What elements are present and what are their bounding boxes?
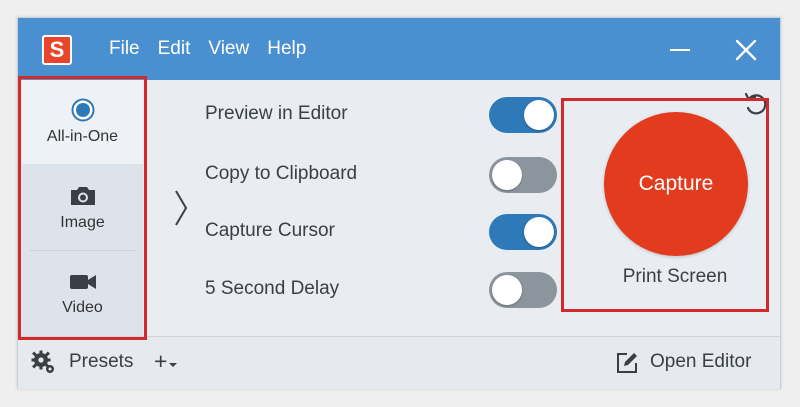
sidebar-item-image[interactable]: Image [22,166,143,250]
close-icon[interactable] [734,38,758,62]
title-bar: S File Edit View Help [18,18,780,80]
snagit-logo: S [42,35,72,65]
edit-icon[interactable] [615,351,639,375]
option-capture-cursor-label: Capture Cursor [205,220,335,241]
caret-down-icon [169,363,178,367]
menu-edit[interactable]: Edit [158,38,191,60]
sidebar-item-label: Video [62,299,103,316]
sidebar-item-label: All-in-One [46,128,119,145]
toggle-knob [492,160,522,190]
menu-bar: File Edit View Help [109,38,306,60]
toggle-copy-to-clipboard[interactable] [489,157,557,193]
toggle-knob [492,275,522,305]
radio-selected-icon [71,98,94,122]
chevron-right-icon[interactable] [173,188,189,228]
sidebar-item-label: Image [60,214,105,231]
camera-icon [70,187,95,205]
gear-icon[interactable] [30,349,56,375]
toggle-capture-cursor[interactable] [489,214,557,250]
add-preset-label: + [154,348,168,374]
option-copy-to-clipboard-label: Copy to Clipboard [205,163,358,184]
toggle-knob [524,100,554,130]
sidebar-item-video[interactable]: Video [22,252,143,336]
presets-label[interactable]: Presets [69,351,133,373]
snagit-capture-window: S File Edit View Help All-in-One Image V… [17,17,781,389]
toggle-5-second-delay[interactable] [489,272,557,308]
footer-bar: Presets + Open Editor [18,336,780,389]
add-preset-button[interactable]: + [154,348,178,375]
minimize-button[interactable] [670,49,690,51]
sidebar-divider [30,250,135,251]
sidebar-item-all-in-one[interactable]: All-in-One [22,80,143,164]
capture-hotkey: Print Screen [622,266,728,287]
menu-view[interactable]: View [208,38,249,60]
toggle-preview-in-editor[interactable] [489,97,557,133]
option-preview-in-editor-label: Preview in Editor [205,103,348,124]
toggle-knob [524,217,554,247]
menu-file[interactable]: File [109,38,140,60]
capture-button[interactable]: Capture [604,112,748,256]
capture-mode-sidebar: All-in-One Image Video [22,80,143,338]
menu-help[interactable]: Help [267,38,306,60]
open-editor-button[interactable]: Open Editor [650,351,751,373]
video-camera-icon [69,275,96,289]
option-5-second-delay-label: 5 Second Delay [205,278,340,299]
reset-icon[interactable] [743,91,769,117]
